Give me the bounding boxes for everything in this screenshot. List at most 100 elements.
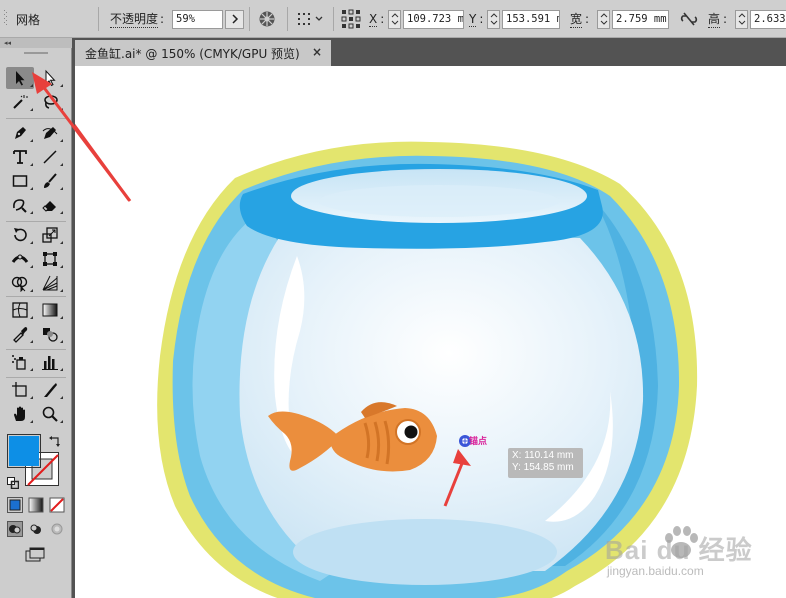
line-segment-icon [43, 150, 57, 164]
shaper-icon [13, 199, 27, 213]
hand-tool[interactable] [6, 403, 34, 425]
draw-normal-button[interactable] [7, 521, 23, 537]
rotate-tool[interactable] [6, 224, 34, 246]
draw-inside-button[interactable] [49, 521, 65, 537]
artboard-canvas[interactable]: 锚点 X: 110.14 mm Y: 154.85 mm Bai du 经验 j… [75, 66, 786, 598]
x-input[interactable]: 109.723 m [403, 9, 464, 29]
x-label[interactable]: X [369, 12, 378, 27]
baidu-watermark: Bai du 经验 jingyan.baidu.com [605, 524, 783, 594]
opacity-flyout-button[interactable] [225, 9, 244, 29]
pen-tool[interactable] [6, 122, 34, 144]
eyedropper-tool[interactable] [6, 323, 34, 345]
free-transform-tool[interactable] [36, 248, 64, 270]
pen-nib-icon [15, 127, 26, 139]
watermark-brand: Bai du 经验 [605, 535, 753, 565]
fishbowl-illustration[interactable] [75, 66, 786, 598]
rectangle-icon [12, 175, 28, 187]
free-transform-icon [43, 252, 57, 266]
width-label[interactable]: 宽 [570, 10, 583, 28]
bowl-rim-highlight [319, 185, 559, 217]
fill-swatch-front[interactable] [7, 434, 41, 468]
curvature-tool[interactable] [36, 122, 64, 144]
opacity-input[interactable]: 59% [172, 9, 223, 29]
swap-fill-stroke-icon[interactable] [48, 434, 62, 448]
draw-behind-button[interactable] [28, 521, 44, 537]
y-label[interactable]: Y [469, 12, 477, 27]
gradient-tool[interactable] [36, 299, 64, 321]
document-tab-title: 金鱼缸.ai* @ 150% (CMYK/GPU 预览) [85, 46, 300, 61]
gradient-mode-button[interactable] [28, 497, 44, 513]
y-input[interactable]: 153.591 m [502, 9, 560, 29]
direct-selection-tool[interactable] [36, 67, 64, 89]
watermark-url: jingyan.baidu.com [607, 564, 704, 578]
document-tab[interactable]: 金鱼缸.ai* @ 150% (CMYK/GPU 预览) × [75, 40, 331, 66]
direct-selection-arrow-icon [45, 69, 56, 87]
gradient-swatch-icon [28, 497, 44, 513]
tools-panel: ◂◂ [0, 38, 72, 598]
tooltip-y: Y: 154.85 mm [512, 462, 574, 473]
none-mode-button[interactable] [49, 497, 65, 513]
perspective-grid-tool[interactable] [36, 272, 64, 294]
constrain-proportions-link-icon[interactable] [680, 0, 698, 38]
rotate-icon [14, 228, 27, 242]
annotation-arrow-toolbar [75, 123, 131, 201]
width-tool-icon [11, 254, 29, 263]
rectangle-tool[interactable] [6, 170, 34, 192]
x-stepper[interactable] [388, 9, 401, 29]
lasso-tool[interactable] [36, 91, 64, 113]
panel-grip-icon[interactable] [4, 0, 8, 38]
eyedropper-icon [13, 327, 28, 343]
line-segment-tool[interactable] [36, 146, 64, 168]
height-label[interactable]: 高 [708, 10, 721, 28]
column-graph-tool[interactable] [36, 351, 64, 373]
fish-pupil [404, 425, 418, 439]
hand-icon [14, 406, 25, 421]
width-tool[interactable] [6, 248, 34, 270]
magic-wand-tool[interactable] [6, 91, 34, 113]
recolor-artwork-icon[interactable] [258, 0, 276, 38]
zoom-tool[interactable] [36, 403, 64, 425]
artboard-tool[interactable] [6, 379, 34, 401]
close-tab-icon[interactable]: × [312, 45, 322, 59]
blend-tool[interactable] [36, 323, 64, 345]
shaper-tool[interactable] [6, 194, 34, 216]
type-t-icon [13, 150, 27, 164]
panel-collapse-button[interactable]: ◂◂ [0, 38, 72, 48]
height-stepper[interactable] [735, 9, 748, 29]
scale-tool[interactable] [36, 224, 64, 246]
y-stepper[interactable] [487, 9, 500, 29]
lasso-icon [44, 95, 58, 109]
column-graph-icon [42, 356, 58, 370]
magnifier-icon [42, 406, 58, 422]
opacity-colon: : [160, 12, 165, 26]
color-mode-button[interactable] [7, 497, 23, 513]
screen-mode-button[interactable] [24, 546, 48, 564]
draw-inside-icon [51, 523, 63, 535]
opacity-label[interactable]: 不透明度 [110, 10, 159, 28]
bowl-bottom [293, 519, 557, 585]
control-bar: 网格 不透明度 : 59% X : 109.723 m Y : 153.591 … [0, 0, 786, 38]
height-input[interactable]: 2.633 [750, 9, 786, 29]
panel-grip[interactable] [24, 52, 48, 54]
selection-arrow-icon [16, 71, 25, 86]
gradient-icon [42, 303, 58, 317]
eraser-icon [42, 201, 56, 212]
document-tab-bar: 金鱼缸.ai* @ 150% (CMYK/GPU 预览) × [72, 38, 786, 66]
anchor-point-label: 锚点 [469, 437, 488, 447]
mesh-icon [12, 302, 28, 318]
eraser-tool[interactable] [36, 194, 64, 216]
shape-builder-tool[interactable] [6, 272, 34, 294]
slice-tool[interactable] [36, 379, 64, 401]
align-options-button[interactable] [297, 0, 325, 38]
perspective-grid-icon [42, 275, 58, 291]
reference-point-icon[interactable] [341, 0, 361, 38]
default-fill-stroke-icon[interactable] [7, 474, 20, 490]
width-input[interactable]: 2.759 mm [612, 9, 669, 29]
chevron-right-icon [231, 14, 238, 24]
selection-tool[interactable] [6, 67, 34, 89]
width-stepper[interactable] [597, 9, 610, 29]
mesh-tool[interactable] [6, 299, 34, 321]
paintbrush-tool[interactable] [36, 170, 64, 192]
symbol-sprayer-tool[interactable] [6, 351, 34, 373]
type-tool[interactable] [6, 146, 34, 168]
